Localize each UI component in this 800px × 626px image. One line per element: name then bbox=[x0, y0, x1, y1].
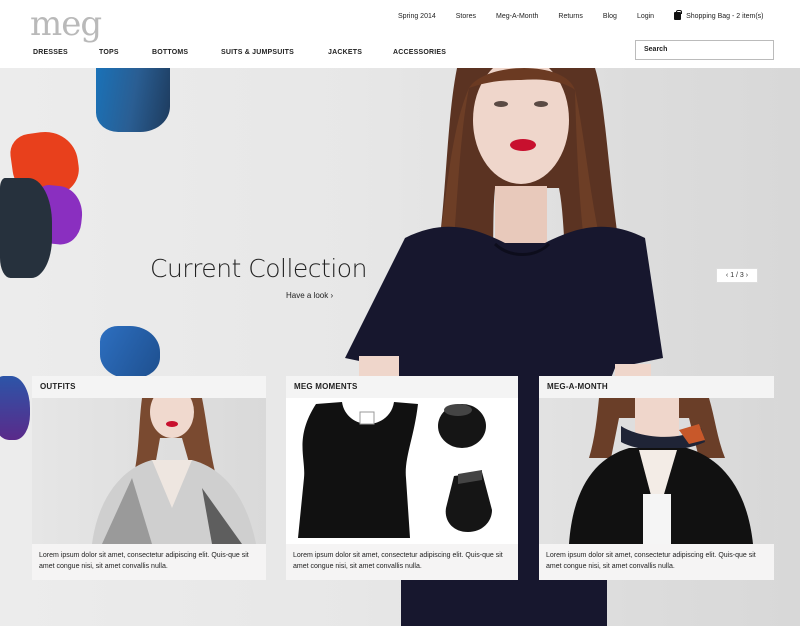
card-title-meg-moments: MEG MOMENTS bbox=[286, 376, 518, 398]
card-text-meg-a-month: Lorem ipsum dolor sit amet, consectetur … bbox=[539, 544, 774, 580]
hero-title: Current Collection bbox=[150, 254, 367, 283]
paint-stroke-blue bbox=[96, 68, 170, 132]
site-header: meg Spring 2014 Stores Meg-A-Month Retur… bbox=[0, 0, 800, 68]
topnav-login[interactable]: Login bbox=[637, 13, 654, 20]
shopping-bag-link[interactable]: Shopping Bag - 2 item(s) bbox=[674, 10, 764, 20]
meg-a-month-photo bbox=[569, 398, 753, 544]
card-image-meg-a-month bbox=[539, 398, 774, 544]
nav-jackets[interactable]: JACKETS bbox=[328, 49, 393, 56]
paint-stroke-blue-small bbox=[100, 326, 160, 378]
nav-suits-jumpsuits[interactable]: SUITS & JUMPSUITS bbox=[221, 49, 328, 56]
paint-stroke-navy bbox=[0, 178, 52, 278]
card-outfits[interactable]: OUTFITS Lorem ipsum dolor sit amet, cons… bbox=[32, 376, 266, 580]
card-meg-a-month[interactable]: MEG-A-MONTH Lorem ipsum dolor sit amet, … bbox=[539, 376, 774, 580]
meg-moments-photo bbox=[298, 402, 492, 538]
card-image-outfits bbox=[32, 398, 266, 544]
topnav-spring-2014[interactable]: Spring 2014 bbox=[398, 13, 436, 20]
topnav-stores[interactable]: Stores bbox=[456, 13, 476, 20]
top-navigation: Spring 2014 Stores Meg-A-Month Returns B… bbox=[398, 10, 764, 20]
card-meg-moments[interactable]: MEG MOMENTS Lorem ipsum dolor sit amet, … bbox=[286, 376, 518, 580]
nav-accessories[interactable]: ACCESSORIES bbox=[393, 49, 446, 56]
slider-page-indicator: 1 / 3 bbox=[730, 272, 744, 279]
nav-bottoms[interactable]: BOTTOMS bbox=[152, 49, 221, 56]
outfits-photo bbox=[92, 398, 256, 544]
slider-next-icon[interactable]: › bbox=[744, 272, 748, 279]
hero-cta-link[interactable]: Have a look › bbox=[286, 291, 333, 300]
paint-stroke-purple-left bbox=[0, 376, 30, 440]
nav-dresses[interactable]: DRESSES bbox=[33, 49, 99, 56]
card-text-meg-moments: Lorem ipsum dolor sit amet, consectetur … bbox=[286, 544, 518, 580]
main-navigation: DRESSES TOPS BOTTOMS SUITS & JUMPSUITS J… bbox=[33, 49, 446, 56]
search-input[interactable]: Search bbox=[635, 40, 774, 60]
card-title-outfits: OUTFITS bbox=[32, 376, 266, 398]
shopping-bag-icon bbox=[674, 10, 682, 20]
nav-tops[interactable]: TOPS bbox=[99, 49, 152, 56]
slider-pagination[interactable]: ‹ 1 / 3 › bbox=[716, 268, 758, 283]
topnav-returns[interactable]: Returns bbox=[558, 13, 583, 20]
topnav-blog[interactable]: Blog bbox=[603, 13, 617, 20]
shopping-bag-label: Shopping Bag - 2 item(s) bbox=[686, 12, 764, 20]
brand-logo[interactable]: meg bbox=[30, 4, 102, 44]
card-image-meg-moments bbox=[286, 398, 518, 544]
topnav-meg-a-month[interactable]: Meg-A-Month bbox=[496, 13, 538, 20]
hero-cta-label: Have a look bbox=[286, 291, 329, 300]
card-title-meg-a-month: MEG-A-MONTH bbox=[539, 376, 774, 398]
card-text-outfits: Lorem ipsum dolor sit amet, consectetur … bbox=[32, 544, 266, 580]
